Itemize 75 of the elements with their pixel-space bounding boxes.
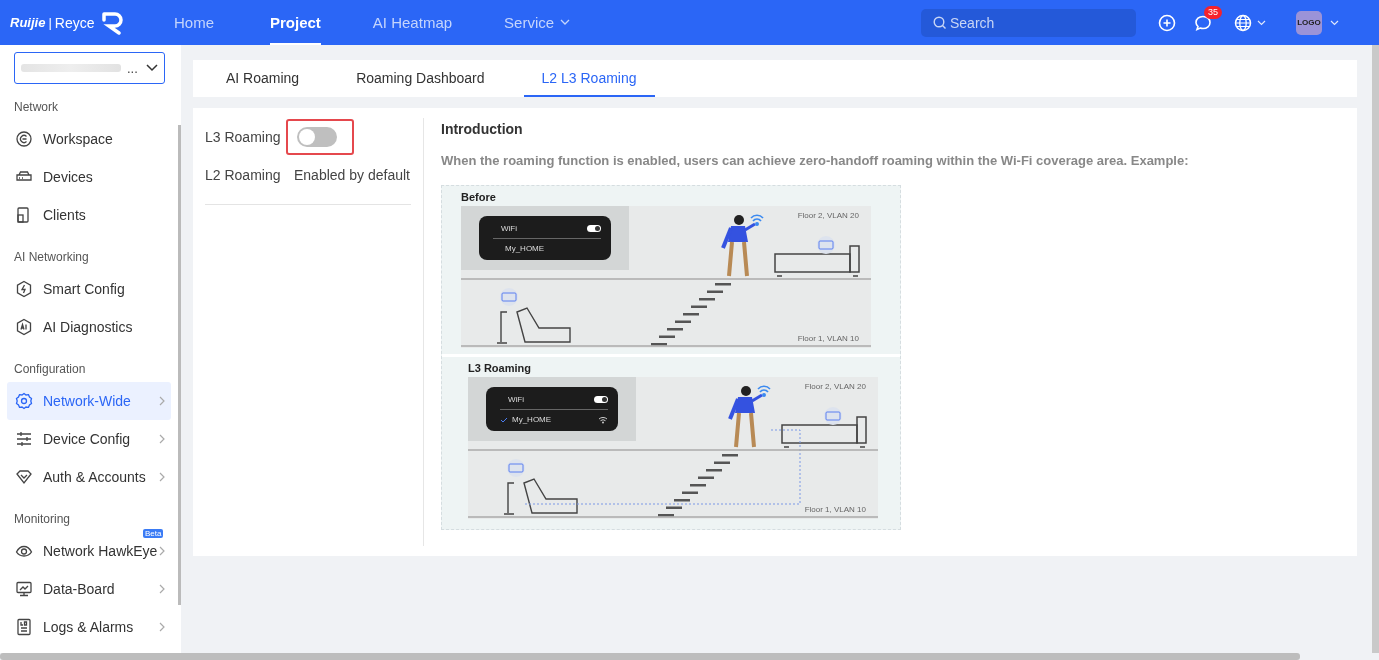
project-select[interactable]: ... [14,52,165,84]
brand-logo[interactable]: Ruijie | Reyce [0,10,170,35]
chevron-right-icon [159,546,165,556]
tab[interactable]: AI Roaming [208,70,318,97]
sidebar-item[interactable]: Network-Wide [7,382,171,420]
network-name: My_HOME [505,244,545,253]
chevron-right-icon [159,396,165,406]
bolt-icon [15,280,33,298]
caret-icon[interactable] [1330,19,1339,26]
caret-icon [560,19,571,25]
access-point-icon [507,459,525,477]
avatar[interactable]: LOGO [1296,10,1322,35]
description-text: When the roaming function is enabled, users can achieve zero-handoff roaming within the Wi-Fi coverage area. Example: [441,153,1189,168]
floor-label: Floor 2, VLAN 20 [797,211,859,220]
scrollbar[interactable] [0,653,1300,660]
language-menu[interactable] [1234,13,1266,32]
person-drawing [721,215,756,278]
document-icon [15,618,33,636]
toggle-switch[interactable] [297,127,337,147]
scrollbar[interactable] [178,125,181,605]
setting-label: L3 Roaming [205,129,282,145]
network-name: My_HOME [512,415,552,424]
section-title: Configuration [13,361,87,378]
sidebar-item[interactable]: Device Config [7,420,171,458]
section-title: Network [13,99,59,116]
settings-icon [15,392,33,410]
wifi-signal-icon [757,385,771,397]
wifi-signal-icon [750,214,764,226]
sidebar-item[interactable]: Auth & Accounts [7,458,171,496]
floor-label: Floor 2, VLAN 20 [804,382,866,391]
wifi-icon [598,415,608,424]
chevron-down-icon [146,64,158,72]
sliders-icon [15,430,33,448]
shield-icon [15,468,33,486]
setting-label: L2 Roaming [205,167,282,183]
sidebar-item[interactable]: Smart Config [7,270,171,308]
section-heading: Introduction [441,121,524,137]
person-drawing [728,386,763,449]
tab[interactable]: Roaming Dashboard [338,70,503,97]
nav-tab[interactable]: Project [270,0,321,45]
section-title: AI Networking [13,249,90,266]
sidebar-item[interactable]: Logs & Alarms [7,608,171,646]
panel-title: Before [461,191,497,203]
wifi-label: WiFi [508,395,524,404]
sidebar-item[interactable]: Data-Board [7,570,171,608]
chevron-right-icon [159,472,165,482]
chevron-right-icon [159,434,165,444]
notification-badge: 35 [1204,5,1222,19]
floor-label: Floor 1, VLAN 10 [797,334,859,343]
sidebar-item[interactable]: AI Diagnostics [7,308,171,346]
tab[interactable]: L2 L3 Roaming [523,70,655,97]
chat-icon[interactable] [1194,13,1212,32]
sidebar-item[interactable]: Beta Network HawkEye [7,532,171,570]
globe-icon [1234,13,1252,32]
access-point-icon [824,407,842,425]
setting-value: Enabled by default [294,167,410,183]
sidebar-item[interactable]: Clients [7,196,171,234]
circle-c-icon [15,130,33,148]
search-field[interactable]: Search [921,8,1136,37]
panel-title: L3 Roaming [468,362,532,374]
chevron-right-icon [159,584,165,594]
caret-icon [1257,19,1266,26]
beta-badge: Beta [143,529,164,538]
access-point-icon [817,236,835,254]
scrollbar[interactable] [1372,45,1379,653]
wifi-label: WiFi [501,224,517,233]
sidebar-item[interactable]: Workspace [7,120,171,158]
sidebar-item[interactable]: Devices [7,158,171,196]
floor-label: Floor 1, VLAN 10 [804,505,866,514]
section-title: Monitoring [13,511,72,528]
access-point-icon [500,288,518,306]
add-icon[interactable] [1158,13,1176,32]
ai-icon [15,318,33,336]
chevron-right-icon [159,622,165,632]
monitor-icon [15,580,33,598]
